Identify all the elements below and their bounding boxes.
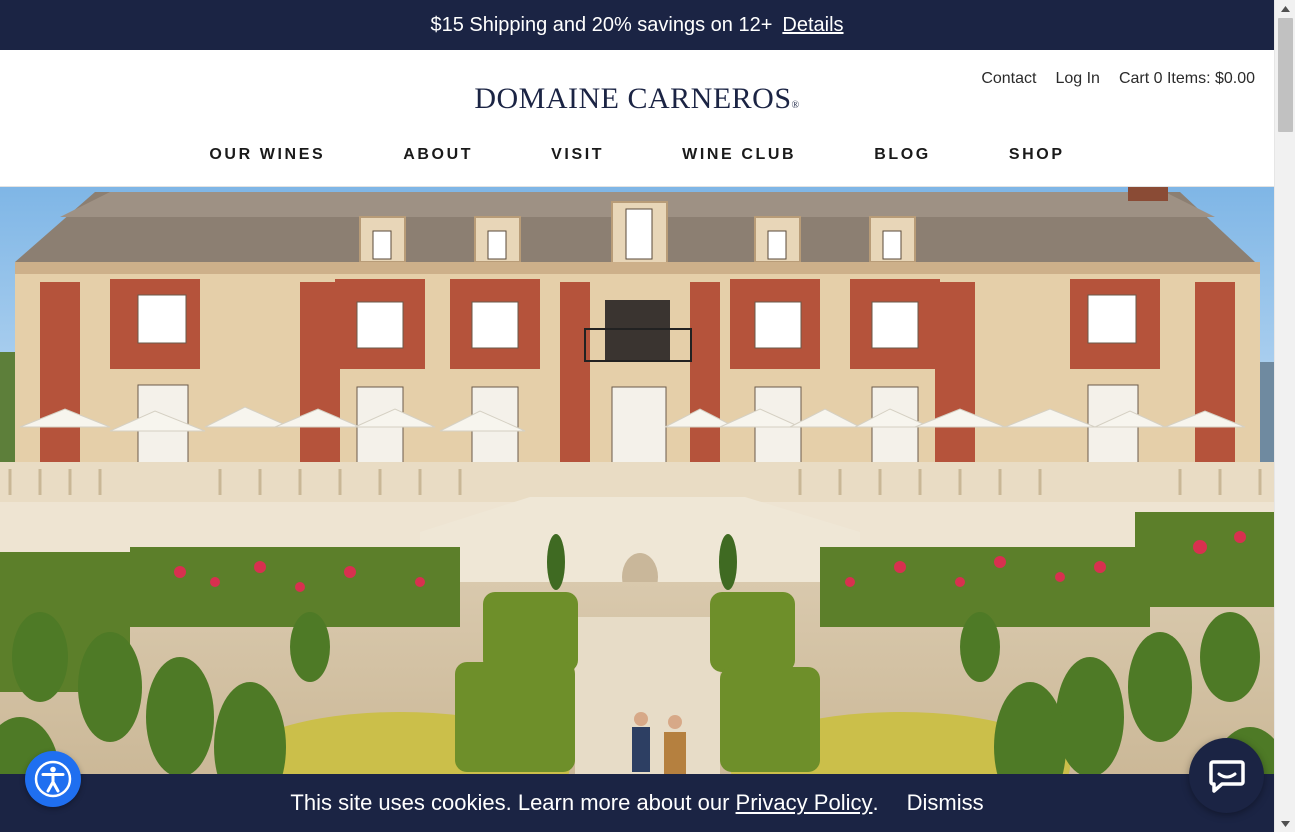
nav-our-wines[interactable]: OUR WINES xyxy=(209,146,325,164)
page: $15 Shipping and 20% savings on 12+ Deta… xyxy=(0,0,1274,832)
registered-mark: ® xyxy=(791,100,800,111)
cookie-period: . xyxy=(872,790,879,815)
main-nav: OUR WINES ABOUT VISIT WINE CLUB BLOG SHO… xyxy=(0,146,1274,164)
cookie-banner: This site uses cookies. Learn more about… xyxy=(0,774,1274,832)
scroll-down-arrow-icon[interactable] xyxy=(1275,815,1295,832)
nav-shop[interactable]: SHOP xyxy=(1009,146,1065,164)
hero-image xyxy=(0,187,1274,832)
dismiss-button[interactable]: Dismiss xyxy=(907,790,984,816)
cookie-text: This site uses cookies. Learn more about… xyxy=(290,790,730,815)
accessibility-button[interactable] xyxy=(25,751,81,807)
privacy-policy-link[interactable]: Privacy Policy xyxy=(736,790,873,816)
nav-about[interactable]: ABOUT xyxy=(403,146,473,164)
nav-wine-club[interactable]: WINE CLUB xyxy=(682,146,796,164)
scrollbar-thumb[interactable] xyxy=(1278,18,1293,132)
nav-blog[interactable]: BLOG xyxy=(874,146,931,164)
promo-text: $15 Shipping and 20% savings on 12+ xyxy=(430,13,773,36)
vertical-scrollbar[interactable] xyxy=(1274,0,1295,832)
chateau-photo xyxy=(0,187,1274,832)
promo-details-link[interactable]: Details xyxy=(782,14,843,37)
site-logo[interactable]: DOMAINE CARNEROS® xyxy=(0,82,1274,116)
nav-visit[interactable]: VISIT xyxy=(551,146,604,164)
chat-icon xyxy=(1208,759,1245,793)
site-header: Contact Log In Cart 0 Items: $0.00 DOMAI… xyxy=(0,50,1274,187)
promo-bar: $15 Shipping and 20% savings on 12+ Deta… xyxy=(0,0,1274,50)
accessibility-icon xyxy=(34,760,72,798)
logo-text: DOMAINE CARNEROS xyxy=(474,82,792,115)
scroll-up-arrow-icon[interactable] xyxy=(1275,0,1295,17)
chat-button[interactable] xyxy=(1189,738,1264,813)
